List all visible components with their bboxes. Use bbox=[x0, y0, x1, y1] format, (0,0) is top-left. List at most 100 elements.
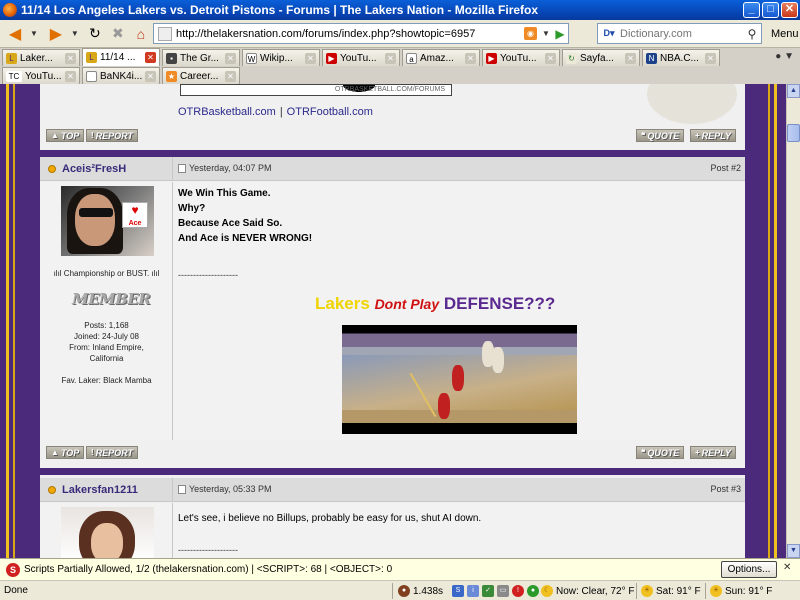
weather-now[interactable]: ☾ Now: Clear, 72° F bbox=[541, 584, 634, 598]
signature-word-lakers: Lakers bbox=[315, 294, 370, 313]
post-icon bbox=[178, 163, 186, 173]
post-separator bbox=[40, 468, 745, 475]
search-input[interactable] bbox=[620, 27, 743, 40]
tab-career[interactable]: ★ Career... ✕ bbox=[162, 67, 240, 84]
sync-icon[interactable]: S bbox=[452, 585, 464, 597]
quote-button[interactable]: ❝ QUOTE bbox=[636, 446, 685, 459]
tln-icon: L bbox=[86, 52, 97, 63]
page-info-icon[interactable]: i bbox=[467, 585, 479, 597]
scrollbar-thumb[interactable] bbox=[787, 124, 800, 142]
signature-divider: -------------------- bbox=[178, 545, 238, 555]
post-number-link[interactable]: Post #3 bbox=[710, 484, 741, 494]
tab-current-thread[interactable]: L 11/14 ... ✕ bbox=[82, 48, 160, 66]
forward-button[interactable]: ▶ bbox=[44, 23, 68, 45]
tab-close-icon[interactable]: ✕ bbox=[545, 52, 556, 64]
tab-close-icon[interactable]: ✕ bbox=[465, 52, 476, 64]
forward-arrow-icon: ▶ bbox=[49, 25, 63, 43]
top-button[interactable]: ▲ TOP bbox=[46, 129, 85, 142]
rss-feed-icon[interactable]: ◉ bbox=[524, 27, 537, 40]
search-bar[interactable]: D▾ ⚲ bbox=[597, 23, 762, 44]
tab-youtube-2[interactable]: ▶ YouTu... ✕ bbox=[482, 49, 560, 66]
firefox-icon bbox=[3, 3, 17, 17]
tab-lakers[interactable]: L Laker... ✕ bbox=[2, 49, 80, 66]
stop-sign-icon[interactable]: ! bbox=[512, 585, 524, 597]
close-button[interactable]: ✕ bbox=[781, 2, 798, 18]
tab-the-gr[interactable]: ▪ The Gr... ✕ bbox=[162, 49, 240, 66]
otr-football-link[interactable]: OTRFootball.com bbox=[287, 106, 373, 118]
checkbox-icon[interactable]: ✓ bbox=[482, 585, 494, 597]
site-favicon-icon bbox=[158, 26, 172, 41]
otr-banner[interactable]: OTRBASKETBALL.COM/FORUMS bbox=[180, 84, 452, 97]
post-author: Lakersfan1211 bbox=[40, 478, 173, 502]
tab-youtube-tc[interactable]: TC YouTu... ✕ bbox=[2, 67, 80, 84]
weather-sun[interactable]: ☀ Sun: 91° F bbox=[710, 584, 772, 598]
reply-button[interactable]: + REPLY bbox=[690, 129, 737, 142]
maximize-button[interactable]: □ bbox=[762, 2, 779, 18]
weather-sat[interactable]: ☀ Sat: 91° F bbox=[641, 584, 701, 598]
tab-close-icon[interactable]: ✕ bbox=[145, 70, 156, 82]
tab-close-icon[interactable]: ✕ bbox=[225, 52, 236, 64]
avatar-sign-text: Ace bbox=[128, 220, 142, 227]
minimize-button[interactable]: _ bbox=[743, 2, 760, 18]
player-figure bbox=[452, 365, 464, 391]
tab-sayfa[interactable]: ↻ Sayfa... ✕ bbox=[562, 49, 640, 66]
tab-close-icon[interactable]: ✕ bbox=[225, 70, 236, 82]
tab-close-icon[interactable]: ✕ bbox=[65, 52, 76, 64]
report-button[interactable]: ! REPORT bbox=[86, 446, 139, 459]
tab-close-icon[interactable]: ✕ bbox=[145, 52, 156, 63]
back-history-dropdown[interactable]: ▼ bbox=[30, 29, 38, 38]
reload-button[interactable]: ↻ bbox=[85, 23, 105, 45]
post-line: Because Ace Said So. bbox=[178, 218, 283, 229]
tab-nba[interactable]: N NBA.C... ✕ bbox=[642, 49, 720, 66]
youtube-icon: ▶ bbox=[486, 52, 497, 64]
url-text[interactable]: http://thelakersnation.com/forums/index.… bbox=[176, 28, 524, 40]
options-button[interactable]: Options... bbox=[721, 561, 777, 578]
online-status-icon bbox=[48, 165, 56, 173]
player-figure bbox=[492, 347, 504, 373]
back-button[interactable]: ◀ bbox=[3, 23, 27, 45]
tab-close-icon[interactable]: ✕ bbox=[385, 52, 396, 64]
tab-wikipedia[interactable]: W Wikip... ✕ bbox=[242, 49, 320, 66]
tab-close-icon[interactable]: ✕ bbox=[65, 70, 76, 82]
post-line: Why? bbox=[178, 203, 206, 214]
top-button[interactable]: ▲ TOP bbox=[46, 446, 85, 459]
tab-close-icon[interactable]: ✕ bbox=[305, 52, 316, 64]
nba-icon: N bbox=[646, 52, 657, 64]
username-link[interactable]: Lakersfan1211 bbox=[62, 484, 138, 496]
signature-image bbox=[342, 325, 577, 434]
window-titlebar: 11/14 Los Angeles Lakers vs. Detroit Pis… bbox=[0, 0, 800, 20]
tab-amazon[interactable]: a Amaz... ✕ bbox=[402, 49, 480, 66]
quote-button[interactable]: ❝ QUOTE bbox=[636, 129, 685, 142]
scroll-down-icon[interactable]: ▼ bbox=[787, 544, 800, 558]
tab-bank4[interactable]: BaNK4i... ✕ bbox=[82, 67, 160, 84]
wikipedia-icon: W bbox=[246, 52, 257, 64]
username-link[interactable]: Aceis²FresH bbox=[62, 163, 126, 175]
search-engine-icon[interactable]: D▾ bbox=[598, 25, 620, 42]
url-history-dropdown[interactable]: ▼ bbox=[540, 29, 552, 38]
lakers-logo-watermark bbox=[647, 84, 737, 124]
green-status-icon[interactable]: ● bbox=[527, 585, 539, 597]
scroll-up-icon[interactable]: ▲ bbox=[787, 84, 800, 98]
tab-bar-row-2: TC YouTu... ✕ BaNK4i... ✕ ★ Career... ✕ bbox=[0, 66, 800, 84]
stop-button[interactable]: ✖ bbox=[108, 23, 128, 45]
tab-close-icon[interactable]: ✕ bbox=[705, 52, 716, 64]
otr-basketball-link[interactable]: OTRBasketball.com bbox=[178, 106, 276, 118]
url-bar[interactable]: http://thelakersnation.com/forums/index.… bbox=[153, 23, 569, 44]
vertical-scrollbar[interactable]: ▲ ▼ bbox=[786, 84, 800, 558]
go-button[interactable]: ▶ bbox=[552, 27, 568, 41]
home-button[interactable]: ⌂ bbox=[131, 23, 151, 45]
reply-button[interactable]: + REPLY bbox=[690, 446, 737, 459]
post-number-link[interactable]: Post #2 bbox=[710, 163, 741, 173]
back-arrow-icon: ◀ bbox=[8, 25, 22, 43]
screen-icon[interactable]: ▭ bbox=[497, 585, 509, 597]
report-button[interactable]: ! REPORT bbox=[86, 129, 139, 142]
link-separator: | bbox=[279, 106, 283, 118]
menu-button[interactable]: Menu bbox=[771, 28, 799, 40]
tab-youtube-1[interactable]: ▶ YouTu... ✕ bbox=[322, 49, 400, 66]
search-icon[interactable]: ⚲ bbox=[743, 27, 761, 41]
timer-icon: ● bbox=[398, 585, 410, 597]
close-icon[interactable]: ✕ bbox=[783, 562, 791, 573]
forward-history-dropdown[interactable]: ▼ bbox=[71, 29, 79, 38]
tab-list-dropdown-icon[interactable]: ● ▼ bbox=[775, 51, 794, 62]
tab-close-icon[interactable]: ✕ bbox=[625, 52, 636, 64]
